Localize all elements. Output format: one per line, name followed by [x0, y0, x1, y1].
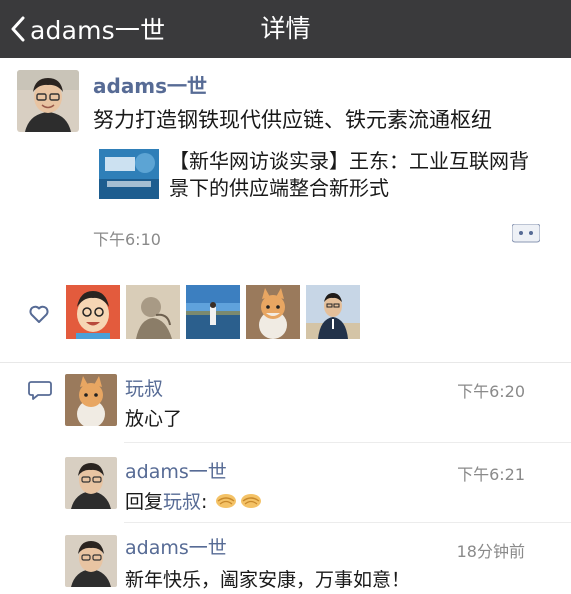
link-title: 【新华网访谈实录】王东：工业互联网背景下的供应端整合新形式 [169, 149, 529, 200]
like-avatar[interactable] [246, 285, 300, 339]
post-author-name[interactable]: adams一世 [93, 70, 207, 99]
comment-text: 回复玩叔: [125, 487, 263, 514]
shared-link-card[interactable]: 【新华网访谈实录】王东：工业互联网背景下的供应端整合新形式 [93, 146, 543, 206]
comment-avatar[interactable] [65, 457, 117, 509]
comment-timestamp: 下午6:20 [457, 382, 525, 401]
comment-author-name[interactable]: adams一世 [125, 533, 227, 560]
reply-prefix: 回复 [125, 491, 164, 513]
comment-icon [28, 381, 52, 400]
nav-bar: adams一世 详情 [0, 0, 571, 58]
like-avatar[interactable] [66, 285, 120, 339]
comment-author-name[interactable]: 玩叔 [125, 374, 163, 401]
like-avatar[interactable] [186, 285, 240, 339]
post-text: 努力打造钢铁现代供应链、铁元素流通枢纽 [93, 108, 492, 132]
comment-text: 新年快乐，阖家安康，万事如意！ [125, 569, 411, 591]
comment-avatar[interactable] [65, 535, 117, 587]
chevron-left-icon [11, 16, 25, 42]
divider [0, 362, 571, 363]
heart-icon [29, 305, 49, 323]
like-avatar[interactable] [126, 285, 180, 339]
post-timestamp: 下午6:10 [93, 230, 161, 249]
comment-dots-icon [511, 223, 541, 243]
reply-suffix: : [201, 491, 208, 513]
comment-timestamp: 下午6:21 [457, 465, 525, 484]
likes-row [0, 275, 571, 347]
more-actions-button[interactable] [511, 223, 541, 246]
like-avatar[interactable] [306, 285, 360, 339]
comment-author-name[interactable]: adams一世 [125, 457, 227, 484]
author-avatar[interactable] [17, 70, 79, 132]
link-thumbnail [99, 149, 159, 199]
comment-avatar[interactable] [65, 374, 117, 426]
comment-timestamp: 18分钟前 [456, 542, 525, 561]
reply-target-name[interactable]: 玩叔 [163, 491, 201, 513]
comment-divider [124, 442, 571, 443]
back-button[interactable]: adams一世 [10, 0, 165, 58]
handshake-emoji-icon [216, 494, 262, 508]
comment-divider [124, 522, 571, 523]
back-button-label: adams一世 [30, 16, 166, 45]
comment-text: 放心了 [125, 408, 183, 430]
